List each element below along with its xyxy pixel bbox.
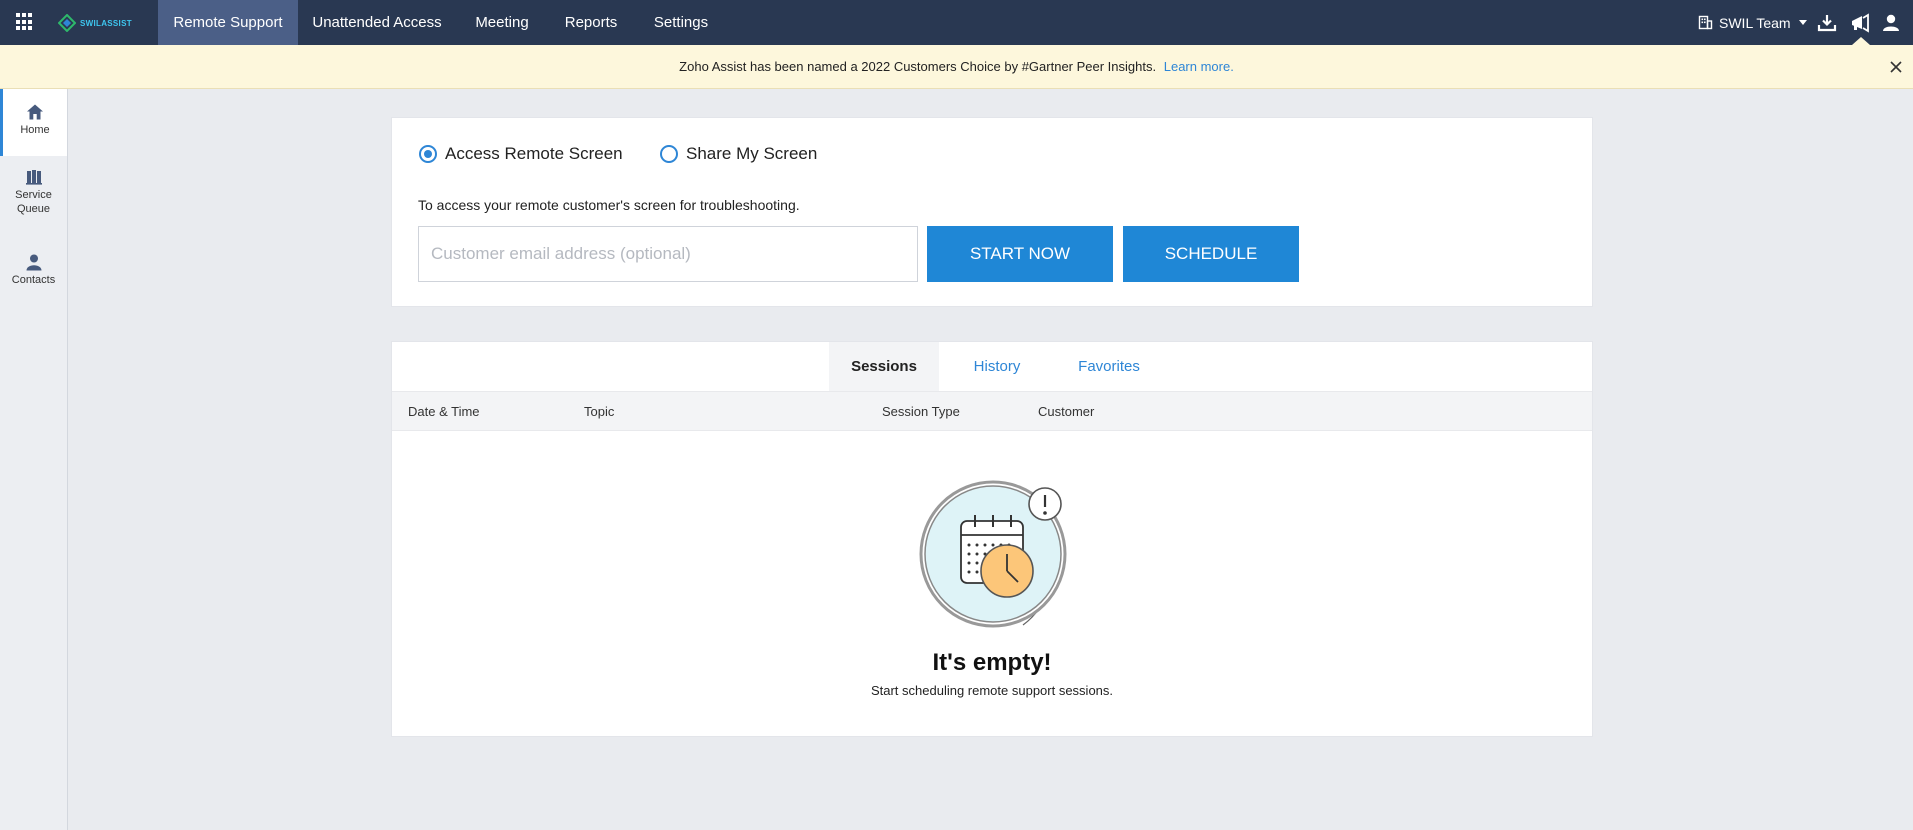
learn-more-link[interactable]: Learn more. <box>1164 59 1234 74</box>
radio-selected-icon[interactable] <box>419 145 437 163</box>
sidebar-label-contacts: Contacts <box>11 274 56 286</box>
download-icon[interactable] <box>1816 12 1838 34</box>
empty-state-title: It's empty! <box>932 649 1052 676</box>
left-sidebar: Home Service Queue Contacts <box>0 89 68 830</box>
schedule-button[interactable]: SCHEDULE <box>1123 226 1299 282</box>
app-logo[interactable]: SWILASSIST <box>58 13 132 33</box>
tab-settings[interactable]: Settings <box>646 0 716 45</box>
user-icon[interactable] <box>1880 12 1902 34</box>
logo-icon <box>58 14 76 32</box>
sidebar-item-service-queue[interactable]: Service Queue <box>0 169 67 227</box>
column-date-time[interactable]: Date & Time <box>408 392 480 432</box>
sidebar-label-service-queue: Service Queue <box>15 189 52 215</box>
close-icon[interactable] <box>1889 60 1903 74</box>
empty-state-subtitle: Start scheduling remote support sessions… <box>870 683 1114 698</box>
share-my-screen-option[interactable]: Share My Screen <box>660 144 817 164</box>
start-now-button[interactable]: START NOW <box>927 226 1113 282</box>
tab-history[interactable]: History <box>947 342 1047 391</box>
session-tabs: Sessions History Favorites <box>392 342 1592 391</box>
team-name: SWIL Team <box>1719 14 1791 31</box>
column-session-type[interactable]: Session Type <box>882 392 960 432</box>
announcement-banner: Zoho Assist has been named a 2022 Custom… <box>0 45 1913 89</box>
apps-grid-icon[interactable] <box>16 13 34 31</box>
tab-meeting[interactable]: Meeting <box>464 0 540 45</box>
column-topic[interactable]: Topic <box>584 392 614 432</box>
sidebar-item-contacts[interactable]: Contacts <box>0 253 67 293</box>
radio-unselected-icon[interactable] <box>660 145 678 163</box>
sessions-card: Sessions History Favorites Date & Time T… <box>391 341 1593 737</box>
sidebar-item-home[interactable]: Home <box>0 89 67 156</box>
sessions-table-header: Date & Time Topic Session Type Customer <box>392 391 1592 431</box>
tab-reports[interactable]: Reports <box>556 0 626 45</box>
home-icon <box>27 104 43 120</box>
dropdown-pointer <box>1852 37 1870 45</box>
start-session-card: Access Remote Screen Share My Screen To … <box>391 117 1593 307</box>
access-remote-screen-label: Access Remote Screen <box>445 144 623 163</box>
service-queue-icon <box>25 170 42 185</box>
tab-favorites[interactable]: Favorites <box>1054 342 1164 391</box>
tab-unattended-access[interactable]: Unattended Access <box>304 0 450 45</box>
empty-calendar-illustration <box>919 480 1067 628</box>
building-icon <box>1698 15 1713 30</box>
share-my-screen-label: Share My Screen <box>686 144 818 163</box>
tab-remote-support[interactable]: Remote Support <box>158 0 298 45</box>
announcement-icon[interactable] <box>1849 12 1871 34</box>
tab-sessions[interactable]: Sessions <box>829 342 939 391</box>
chevron-down-icon <box>1798 20 1807 25</box>
banner-message: Zoho Assist has been named a 2022 Custom… <box>679 59 1157 74</box>
access-remote-screen-option[interactable]: Access Remote Screen <box>419 144 623 164</box>
logo-text: SWILASSIST <box>80 18 132 28</box>
customer-email-input[interactable] <box>418 226 918 282</box>
top-nav-bar: SWILASSIST Remote Support Unattended Acc… <box>0 0 1913 45</box>
sidebar-label-home: Home <box>20 124 50 136</box>
column-customer[interactable]: Customer <box>1038 392 1094 432</box>
start-description: To access your remote customer's screen … <box>418 197 800 213</box>
contact-icon <box>26 254 41 271</box>
team-switcher[interactable]: SWIL Team <box>1698 0 1807 45</box>
